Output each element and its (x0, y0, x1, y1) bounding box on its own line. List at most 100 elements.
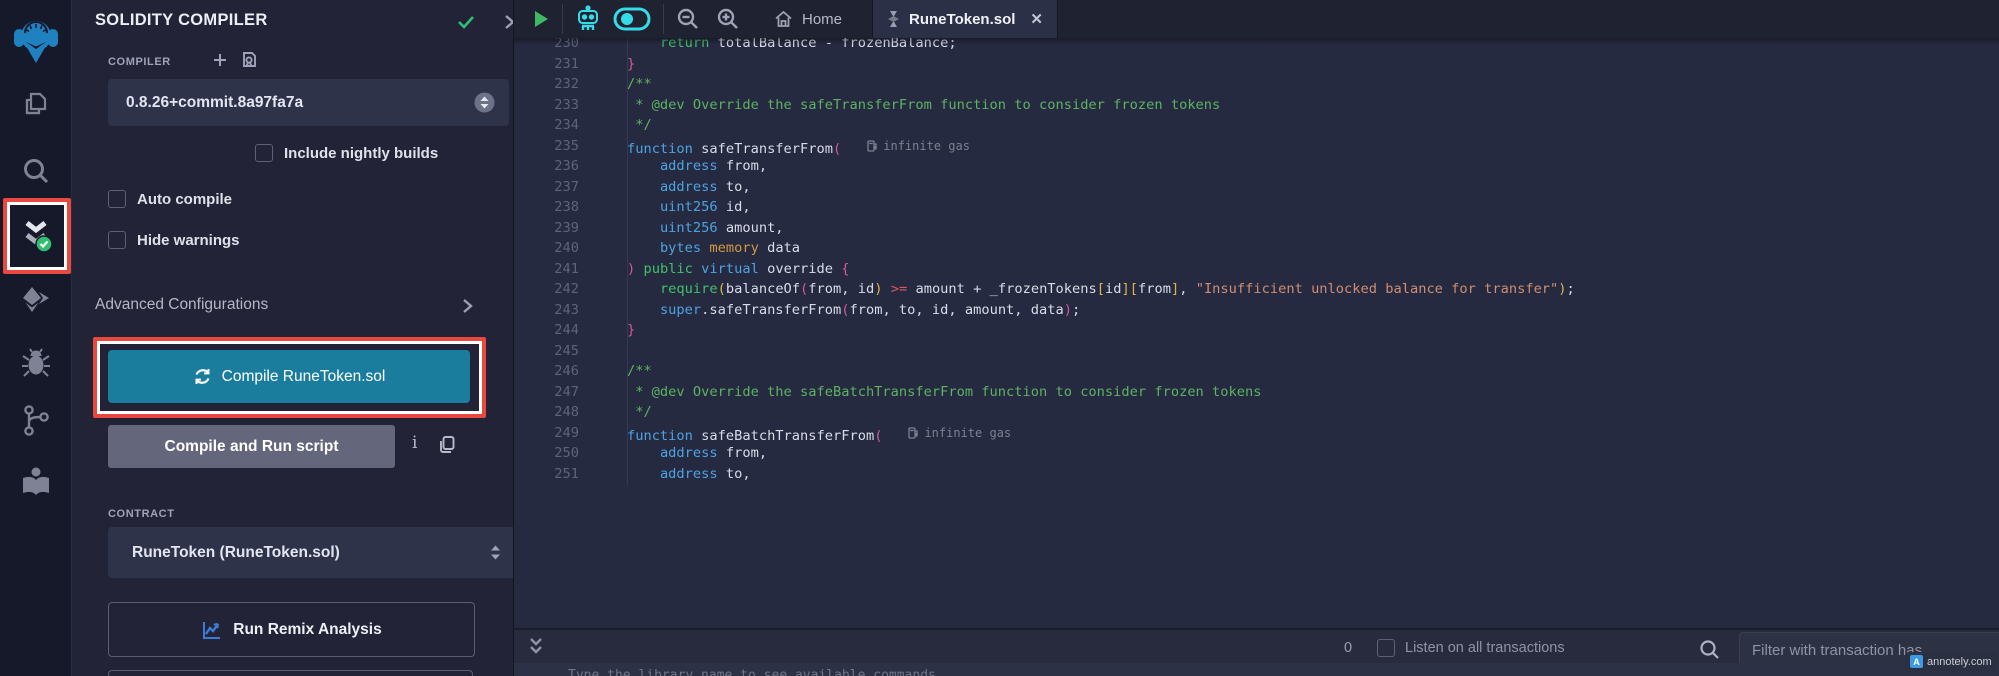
line-number[interactable]: 250 (514, 443, 579, 464)
code-token (594, 220, 660, 236)
line-number[interactable]: 232 (514, 74, 579, 95)
code-line[interactable]: } (594, 320, 1999, 341)
zoom-out-icon[interactable] (676, 7, 700, 31)
code-line[interactable]: function safeTransferFrom(infinite gas (594, 136, 1999, 157)
sidebar-item-solidity-compiler[interactable] (0, 212, 71, 258)
code-line[interactable]: address from, (594, 156, 1999, 177)
code-token (594, 322, 627, 338)
annotation-watermark: A annotely.com (1905, 652, 1997, 671)
code-token: * @dev Override the safeTransferFrom fun… (635, 97, 1220, 113)
line-number[interactable]: 251 (514, 464, 579, 485)
code-line[interactable]: function safeBatchTransferFrom(infinite … (594, 423, 1999, 444)
line-number[interactable]: 238 (514, 197, 579, 218)
solidity-compiler-icon (18, 215, 54, 255)
sidebar-item-file-explorer[interactable] (0, 88, 71, 124)
compile-and-run-button[interactable]: Compile and Run script (108, 425, 395, 468)
line-number[interactable]: 235 (514, 136, 579, 157)
run-script-play-icon[interactable] (532, 9, 550, 29)
code-line[interactable]: */ (594, 402, 1999, 423)
code-token (594, 404, 635, 420)
line-number[interactable]: 244 (514, 320, 579, 341)
code-token (693, 261, 701, 277)
code-line[interactable]: * @dev Override the safeTransferFrom fun… (594, 95, 1999, 116)
line-number[interactable]: 249 (514, 423, 579, 444)
line-number[interactable]: 231 (514, 54, 579, 75)
line-number[interactable]: 234 (514, 115, 579, 136)
line-number[interactable]: 240 (514, 238, 579, 259)
info-icon[interactable]: i (412, 433, 417, 453)
code-line[interactable]: uint256 id, (594, 197, 1999, 218)
tab-runetoken[interactable]: RuneToken.sol ✕ (872, 0, 1058, 38)
solidity-compiler-panel: SOLIDITY COMPILER COMPILER 0.8.26+commit… (72, 0, 513, 676)
ai-copilot-robot-icon[interactable] (575, 5, 601, 33)
code-line[interactable] (594, 341, 1999, 362)
code-line[interactable]: ) public virtual override { (594, 259, 1999, 280)
line-number[interactable]: 242 (514, 279, 579, 300)
sidebar-item-deploy-run[interactable] (0, 282, 71, 318)
compile-button-label: Compile RuneToken.sol (222, 368, 386, 386)
code-token: data (759, 240, 800, 256)
line-number[interactable]: 247 (514, 382, 579, 403)
code-line[interactable]: super.safeTransferFrom(from, to, id, amo… (594, 300, 1999, 321)
sidebar-item-search[interactable] (0, 152, 71, 192)
hide-warnings-checkbox[interactable] (108, 231, 126, 249)
code-token: ( (833, 140, 841, 156)
add-compiler-icon[interactable] (212, 52, 228, 68)
terminal-search-icon[interactable] (1699, 639, 1720, 660)
compile-button[interactable]: Compile RuneToken.sol (108, 350, 470, 403)
line-number[interactable]: 243 (514, 300, 579, 321)
sidebar-item-git[interactable] (0, 402, 71, 440)
line-number[interactable]: 239 (514, 218, 579, 239)
remix-logo[interactable] (0, 14, 71, 66)
zoom-in-icon[interactable] (716, 7, 740, 31)
advanced-configurations[interactable]: Advanced Configurations (95, 296, 268, 314)
line-number[interactable]: 245 (514, 341, 579, 362)
code-line[interactable]: return totalBalance - frozenBalance; (594, 38, 1999, 54)
code-line[interactable]: address from, (594, 443, 1999, 464)
line-number[interactable]: 246 (514, 361, 579, 382)
line-number[interactable]: 233 (514, 95, 579, 116)
code-token: to, (718, 179, 751, 195)
code-token: } (627, 322, 635, 338)
line-number[interactable]: 230 (514, 38, 579, 54)
code-token: , (1179, 281, 1195, 297)
code-token: "Insufficient unlocked balance for trans… (1196, 281, 1559, 297)
line-number[interactable]: 241 (514, 259, 579, 280)
code-line[interactable]: /** (594, 361, 1999, 382)
auto-compile-checkbox[interactable] (108, 190, 126, 208)
tab-home[interactable]: Home (760, 0, 856, 38)
terminal-collapse-icon[interactable] (526, 636, 546, 658)
code-area[interactable]: 2302312322332342352362372382392402412422… (514, 38, 1999, 628)
code-line[interactable]: address to, (594, 464, 1999, 485)
code-line[interactable]: /** (594, 74, 1999, 95)
sidebar-item-debugger[interactable] (0, 345, 71, 381)
line-number[interactable]: 236 (514, 156, 579, 177)
listen-transactions-checkbox[interactable] (1377, 639, 1395, 657)
code-token (594, 158, 660, 174)
advanced-chevron-icon[interactable] (460, 297, 474, 315)
code-line[interactable]: */ (594, 115, 1999, 136)
copilot-toggle-icon[interactable] (613, 7, 651, 31)
code-line[interactable]: address to, (594, 177, 1999, 198)
run-analysis-button[interactable]: Run Remix Analysis (108, 602, 475, 657)
code-token: address (660, 466, 718, 482)
compiler-license-icon[interactable] (240, 50, 258, 69)
line-number[interactable]: 248 (514, 402, 579, 423)
copy-icon[interactable] (438, 435, 456, 454)
contract-select[interactable]: RuneToken (RuneToken.sol) (108, 527, 521, 578)
tab-close-icon[interactable]: ✕ (1030, 10, 1043, 28)
code-line[interactable]: bytes memory data (594, 238, 1999, 259)
contract-select-value: RuneToken (RuneToken.sol) (132, 544, 340, 562)
code-line[interactable]: * @dev Override the safeBatchTransferFro… (594, 382, 1999, 403)
line-number[interactable]: 237 (514, 177, 579, 198)
nightly-builds-checkbox[interactable] (255, 144, 273, 162)
sidebar-item-learneth[interactable] (0, 463, 71, 501)
code-token: override (759, 261, 841, 277)
code-line[interactable]: uint256 amount, (594, 218, 1999, 239)
gas-estimate-label: infinite gas (924, 423, 1011, 444)
code-line[interactable]: require(balanceOf(from, id) >= amount + … (594, 279, 1999, 300)
icon-sidebar (0, 0, 72, 676)
code-line[interactable]: } (594, 54, 1999, 75)
compiler-version-select[interactable]: 0.8.26+commit.8a97fa7a (108, 79, 509, 126)
next-button-partial[interactable] (108, 670, 473, 676)
